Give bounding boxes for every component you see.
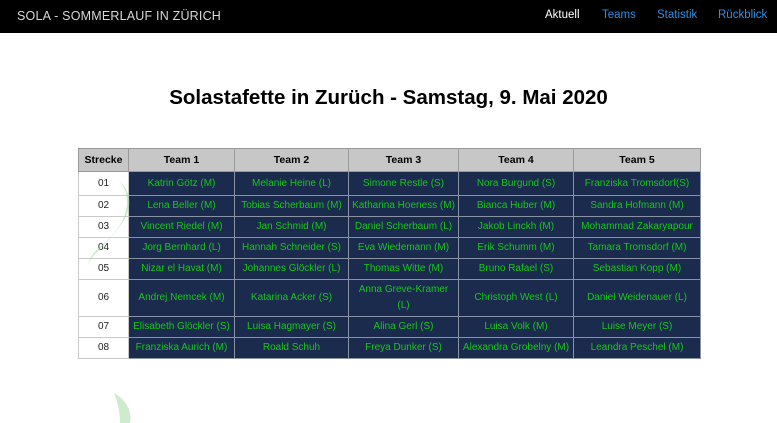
runner-cell: Eva Wiedemann (M) [348,237,459,259]
runner-cell: Daniel Weidenauer (L) [573,279,701,317]
runner-cell: Andrej Nemcek (M) [128,279,235,317]
runner-cell: Bruno Rafael (S) [458,258,574,280]
runner-cell: Alexandra Grobelny (M) [458,337,574,359]
nav-link-statistik[interactable]: Statistik [657,9,697,21]
column-header-team-1: Team 1 [128,148,235,172]
runner-cell: Franziska Tromsdorf(S) [573,171,701,196]
runner-cell: Hannah Schneider (S) [234,237,349,259]
nav-link-rueckblick[interactable]: Rückblick [718,9,767,21]
site-brand[interactable]: SOLA - SOMMERLAUF IN ZÜRICH [17,9,221,23]
runner-cell: Anna Greve-Kramer (L) [348,279,459,317]
runner-cell: Erik Schumm (M) [458,237,574,259]
leg-number: 06 [78,279,129,317]
runner-cell: Nizar el Havat (M) [128,258,235,280]
runner-cell: Luisa Volk (M) [458,316,574,338]
runner-cell: Freya Dunker (S) [348,337,459,359]
runner-cell: Katrin Götz (M) [128,171,235,196]
runner-cell: Thomas Witte (M) [348,258,459,280]
runner-cell: Katharina Hoeness (M) [348,195,459,217]
runner-cell: Tamara Tromsdorf (M) [573,237,701,259]
runner-cell: Luise Meyer (S) [573,316,701,338]
table-row: 07 Elisabeth Glöckler (S) Luisa Hagmayer… [78,316,701,338]
runner-cell: Lena Beller (M) [128,195,235,217]
column-header-team-4: Team 4 [458,148,574,172]
leg-number: 04 [78,237,129,259]
runner-cell: Katarina Acker (S) [234,279,349,317]
runner-cell: Roald Schuh [234,337,349,359]
leg-number: 05 [78,258,129,280]
leg-number: 01 [78,171,129,196]
table-row: 01 Katrin Götz (M) Melanie Heine (L) Sim… [78,171,701,196]
table-row: 08 Franziska Aurich (M) Roald Schuh Frey… [78,337,701,359]
runner-cell: Franziska Aurich (M) [128,337,235,359]
runner-cell: Tobias Scherbaum (M) [234,195,349,217]
runner-cell: Bianca Huber (M) [458,195,574,217]
top-navbar: SOLA - SOMMERLAUF IN ZÜRICH Aktuell Team… [0,0,777,33]
teams-table: Strecke Team 1 Team 2 Team 3 Team 4 Team… [78,148,701,359]
column-header-team-2: Team 2 [234,148,349,172]
runner-cell: Sandra Hofmann (M) [573,195,701,217]
runner-cell: Mohammad Zakaryapour [573,216,701,238]
table-row: 04 Jorg Bernhard (L) Hannah Schneider (S… [78,237,701,259]
page-title: Solastafette in Zurüch - Samstag, 9. Mai… [169,86,608,109]
runner-cell: Jakob Linckh (M) [458,216,574,238]
table-row: 03 Vincent Riedel (M) Jan Schmid (M) Dan… [78,216,701,238]
runner-cell: Elisabeth Glöckler (S) [128,316,235,338]
runner-cell: Alina Gerl (S) [348,316,459,338]
runner-cell: Leandra Peschel (M) [573,337,701,359]
runner-cell: Melanie Heine (L) [234,171,349,196]
leg-number: 03 [78,216,129,238]
table-header-row: Strecke Team 1 Team 2 Team 3 Team 4 Team… [78,148,701,172]
runner-cell: Christoph West (L) [458,279,574,317]
runner-cell: Vincent Riedel (M) [128,216,235,238]
runner-cell: Jorg Bernhard (L) [128,237,235,259]
runner-cell: Simone Restle (S) [348,171,459,196]
table-row: 02 Lena Beller (M) Tobias Scherbaum (M) … [78,195,701,217]
column-header-strecke: Strecke [78,148,129,172]
runner-cell: Luisa Hagmayer (S) [234,316,349,338]
runner-cell: Sebastian Kopp (M) [573,258,701,280]
leg-number: 07 [78,316,129,338]
leg-number: 02 [78,195,129,217]
runner-cell: Daniel Scherbaum (L) [348,216,459,238]
table-row: 06 Andrej Nemcek (M) Katarina Acker (S) … [78,279,701,317]
runner-cell: Jan Schmid (M) [234,216,349,238]
nav-link-aktuell[interactable]: Aktuell [545,9,580,21]
nav-link-teams[interactable]: Teams [602,9,636,21]
runner-cell: Nora Burgund (S) [458,171,574,196]
column-header-team-3: Team 3 [348,148,459,172]
leg-number: 08 [78,337,129,359]
runner-cell: Johannes Glöckler (L) [234,258,349,280]
table-row: 05 Nizar el Havat (M) Johannes Glöckler … [78,258,701,280]
column-header-team-5: Team 5 [573,148,701,172]
